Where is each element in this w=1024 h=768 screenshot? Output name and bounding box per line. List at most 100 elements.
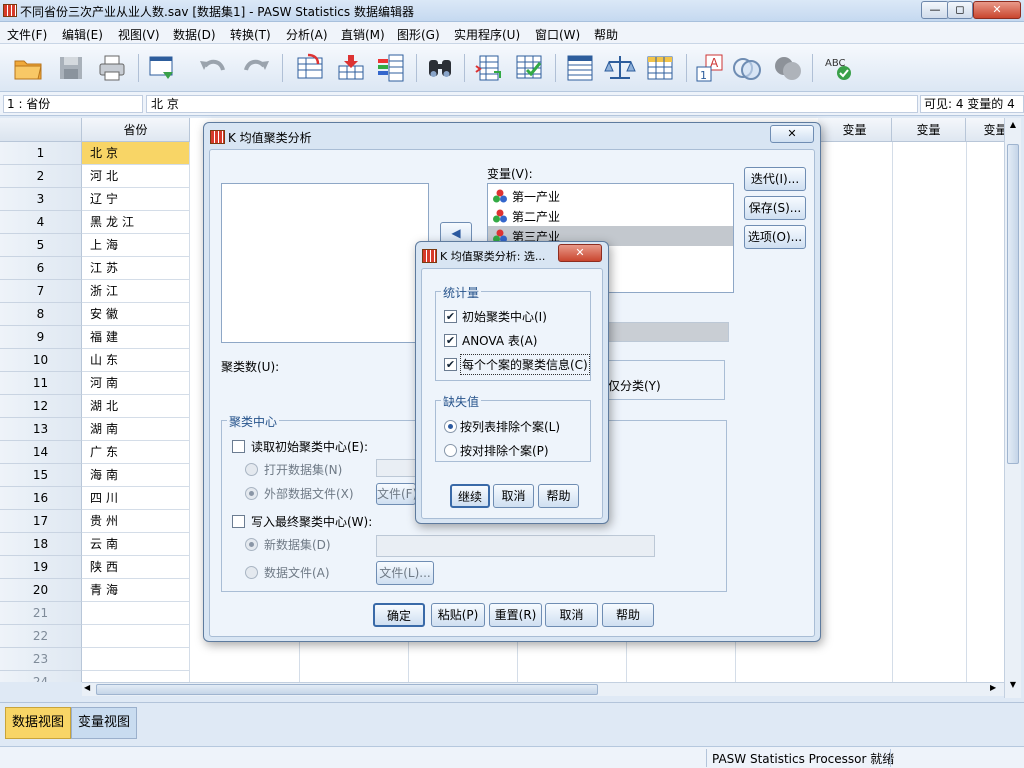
iterate-button[interactable]: 迭代(I)... [744,167,806,191]
province-cell[interactable] [82,648,190,671]
options-cancel-button[interactable]: 取消 [493,484,534,508]
open-dataset-field[interactable] [376,459,416,477]
use-sets-icon[interactable] [731,52,763,84]
province-cell[interactable]: 河南 [82,372,190,395]
menu-analyze[interactable]: 分析(A) [286,26,328,43]
province-cell[interactable]: 山东 [82,349,190,372]
province-cell[interactable]: 陕西 [82,556,190,579]
row-number[interactable]: 4 [0,211,82,234]
row-number[interactable]: 20 [0,579,82,602]
menu-transform[interactable]: 转换(T) [230,26,271,43]
data-file-radio[interactable] [245,566,258,579]
variables-icon[interactable] [375,52,407,84]
row-number[interactable]: 10 [0,349,82,372]
show-all-variables-icon[interactable] [772,52,804,84]
column-header-var[interactable]: 变量 [966,118,1004,142]
save-disk-icon[interactable] [55,52,87,84]
scroll-up-icon[interactable]: ▲ [1007,120,1019,132]
province-cell[interactable]: 江苏 [82,257,190,280]
province-cell[interactable]: 河北 [82,165,190,188]
initial-centers-checkbox[interactable] [444,310,457,323]
paste-button[interactable]: 粘贴(P) [431,603,485,627]
menu-view[interactable]: 视图(V) [118,26,160,43]
tab-variable-view[interactable]: 变量视图 [71,707,138,739]
row-number[interactable]: 22 [0,625,82,648]
options-help-button[interactable]: 帮助 [538,484,579,508]
continue-button[interactable]: 继续 [450,484,490,508]
redo-icon[interactable] [240,52,272,84]
cell-value-field[interactable]: 北 京 [146,95,918,113]
options-button[interactable]: 选项(O)... [744,225,806,249]
province-cell[interactable]: 湖北 [82,395,190,418]
minimize-button[interactable]: — [921,1,949,19]
row-number[interactable]: 7 [0,280,82,303]
weight-cases-icon[interactable] [604,52,636,84]
row-number[interactable]: 14 [0,441,82,464]
province-cell[interactable]: 广东 [82,441,190,464]
row-number[interactable]: 13 [0,418,82,441]
province-cell[interactable] [82,602,190,625]
external-file-radio[interactable] [245,487,258,500]
row-number[interactable]: 16 [0,487,82,510]
province-cell[interactable]: 安徽 [82,303,190,326]
menu-window[interactable]: 窗口(W) [535,26,580,43]
external-file-button[interactable]: 文件(F)... [376,483,416,505]
read-initial-checkbox[interactable] [232,440,245,453]
row-number[interactable]: 12 [0,395,82,418]
row-number[interactable]: 3 [0,188,82,211]
source-variable-list[interactable] [221,183,429,343]
province-cell[interactable]: 湖南 [82,418,190,441]
province-cell[interactable]: 黑龙江 [82,211,190,234]
scroll-left-icon[interactable]: ◀ [84,683,90,692]
row-number[interactable]: 23 [0,648,82,671]
row-number[interactable]: 5 [0,234,82,257]
select-cases-icon[interactable] [644,52,676,84]
column-header-var[interactable]: 变量 [892,118,966,142]
close-button[interactable]: ✕ [973,1,1021,19]
write-final-checkbox[interactable] [232,515,245,528]
cluster-info-checkbox[interactable] [444,358,457,371]
province-cell[interactable] [82,671,190,682]
print-icon[interactable] [96,52,128,84]
cancel-button[interactable]: 取消 [545,603,598,627]
menu-utilities[interactable]: 实用程序(U) [454,26,520,43]
province-cell[interactable]: 青海 [82,579,190,602]
save-button[interactable]: 保存(S)... [744,196,806,220]
menu-file[interactable]: 文件(F) [7,26,47,43]
pairwise-radio[interactable] [444,444,457,457]
classify-only-label[interactable]: 仅分类(Y) [608,377,661,394]
new-dataset-field[interactable] [376,535,655,557]
menu-data[interactable]: 数据(D) [173,26,216,43]
vertical-scroll-thumb[interactable] [1007,144,1019,464]
column-header-province[interactable]: 省份 [82,118,190,142]
ok-button[interactable]: 确定 [373,603,425,627]
row-number[interactable]: 15 [0,464,82,487]
province-cell[interactable]: 云南 [82,533,190,556]
province-cell[interactable]: 四川 [82,487,190,510]
row-number[interactable]: 19 [0,556,82,579]
scroll-down-icon[interactable]: ▼ [1007,680,1019,692]
open-dataset-radio[interactable] [245,463,258,476]
vertical-scrollbar[interactable]: ▲ ▼ [1004,118,1021,698]
anova-table-checkbox[interactable] [444,334,457,347]
province-cell[interactable]: 上海 [82,234,190,257]
horizontal-scroll-thumb[interactable] [96,684,598,695]
row-number[interactable]: 24 [0,671,82,682]
listwise-radio[interactable] [444,420,457,433]
open-folder-icon[interactable] [12,52,44,84]
reset-button[interactable]: 重置(R) [489,603,542,627]
undo-icon[interactable] [197,52,229,84]
province-cell[interactable]: 贵州 [82,510,190,533]
row-number[interactable]: 17 [0,510,82,533]
list-item[interactable]: 第一产业 [488,186,733,206]
value-labels-icon[interactable]: A1 [694,52,726,84]
recall-dialog-icon[interactable] [146,52,178,84]
province-cell[interactable]: 北京 [82,142,190,165]
list-item[interactable]: 第二产业 [488,206,733,226]
kmeans-close-button[interactable]: ✕ [770,125,814,143]
goto-variable-icon[interactable] [335,52,367,84]
row-number[interactable]: 18 [0,533,82,556]
options-close-button[interactable]: ✕ [558,244,602,262]
province-cell[interactable]: 福建 [82,326,190,349]
scroll-right-icon[interactable]: ▶ [990,683,996,692]
